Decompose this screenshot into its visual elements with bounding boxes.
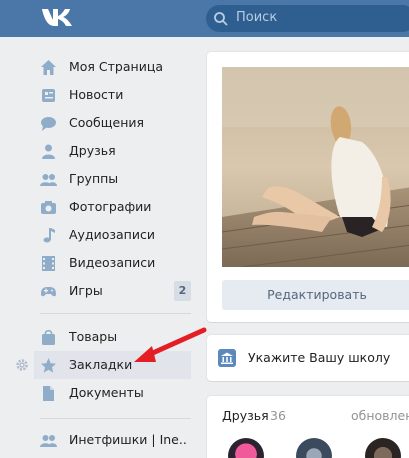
camera-icon: [41, 201, 56, 214]
sidebar-item-group-inetfishki[interactable]: Инетфишки | Ine..: [34, 426, 191, 454]
sidebar-item-messages[interactable]: Сообщения: [34, 109, 191, 137]
sidebar-item-label: Закладки: [69, 357, 133, 372]
friend-avatar[interactable]: [365, 438, 401, 458]
friends-count: 36: [270, 408, 286, 423]
sidebar-divider: [40, 418, 191, 419]
sidebar-item-label: Группы: [69, 171, 119, 186]
news-icon: [42, 89, 55, 102]
search-icon: [214, 12, 228, 26]
sidebar-item-documents[interactable]: Документы: [34, 379, 191, 407]
sidebar-item-label: Инетфишки | Ine..: [69, 432, 187, 447]
sidebar-item-friends[interactable]: Друзья: [34, 137, 191, 165]
vk-logo-icon[interactable]: [41, 6, 75, 28]
sidebar-item-label: Товары: [69, 329, 118, 344]
star-icon: [41, 358, 56, 373]
friend-avatar[interactable]: [296, 438, 332, 458]
friend-icon: [42, 144, 55, 159]
edit-profile-button[interactable]: Редактировать: [222, 280, 409, 310]
sidebar-item-label: Аудиозаписи: [69, 227, 155, 242]
school-icon: [218, 349, 236, 367]
sidebar-item-photos[interactable]: Фотографии: [34, 193, 191, 221]
sidebar-item-label: Документы: [69, 385, 144, 400]
school-prompt-card[interactable]: Укажите Вашу школу: [207, 335, 409, 381]
friend-avatar[interactable]: [228, 438, 264, 458]
sidebar-item-label: Моя Страница: [69, 59, 163, 74]
home-icon: [41, 60, 56, 75]
sidebar-divider: [40, 313, 191, 314]
music-note-icon: [43, 228, 55, 243]
bag-icon: [42, 329, 55, 345]
document-icon: [43, 386, 54, 401]
sidebar-item-my-page[interactable]: Моя Страница: [34, 53, 191, 81]
search-placeholder: Поиск: [236, 10, 278, 25]
sidebar-item-label: Новости: [69, 87, 124, 102]
sidebar-item-label: Сообщения: [69, 115, 145, 130]
sidebar-item-games[interactable]: Игры 2: [34, 277, 191, 305]
groups-icon: [40, 174, 57, 186]
sidebar-item-label: Друзья: [69, 143, 116, 158]
sidebar-item-label: Игры: [69, 283, 103, 298]
gear-icon[interactable]: [15, 358, 29, 372]
group-icon: [40, 435, 57, 447]
school-prompt-text: Укажите Вашу школу: [248, 350, 391, 365]
annotation-arrow: [134, 327, 207, 362]
sidebar-item-audio[interactable]: Аудиозаписи: [34, 221, 191, 249]
friends-updated-link[interactable]: обновлен: [351, 408, 409, 423]
top-header: Поиск: [0, 0, 409, 37]
friends-title[interactable]: Друзья: [222, 408, 269, 423]
friends-card: Друзья 36 обновлен: [207, 396, 409, 458]
sidebar-item-news[interactable]: Новости: [34, 81, 191, 109]
sidebar-item-video[interactable]: Видеозаписи: [34, 249, 191, 277]
sidebar-item-label: Фотографии: [69, 199, 152, 214]
profile-photo[interactable]: [222, 67, 409, 267]
messages-icon: [41, 117, 56, 131]
gamepad-icon: [41, 287, 56, 297]
search-input[interactable]: Поиск: [206, 5, 409, 32]
sidebar-item-groups[interactable]: Группы: [34, 165, 191, 193]
sidebar-item-label: Видеозаписи: [69, 255, 156, 270]
film-icon: [42, 256, 55, 271]
games-counter-badge: 2: [174, 281, 191, 301]
